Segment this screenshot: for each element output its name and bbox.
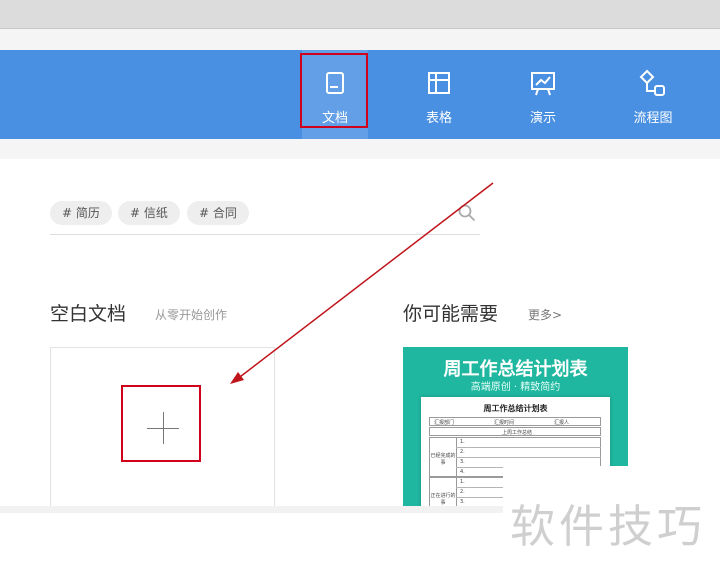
- header-cell: 汇报部门: [434, 420, 455, 426]
- presentation-icon: [531, 72, 555, 96]
- plus-highlight-box: [121, 385, 201, 462]
- row-num: 3.: [460, 499, 465, 505]
- header-cell: 汇报人: [554, 420, 570, 426]
- search-icon[interactable]: [458, 204, 476, 222]
- search-underline: [50, 234, 480, 235]
- nav-item-label: 演示: [529, 111, 556, 126]
- row-num: 1.: [460, 439, 465, 445]
- tag-letter-paper[interactable]: # 信纸: [118, 201, 180, 225]
- nav-item-presentation[interactable]: 演示: [512, 50, 574, 139]
- watermark-text: 软件技巧: [510, 500, 707, 553]
- section-label: 上周工作总结: [502, 430, 533, 436]
- row-num: 2.: [460, 489, 465, 495]
- sheet-section-row: 上周工作总结: [429, 427, 601, 436]
- nav-item-label: 流程图: [633, 111, 673, 126]
- row-num: 1.: [460, 479, 465, 485]
- more-link[interactable]: 更多>: [528, 306, 562, 323]
- sheet-header-row: 汇报部门 汇报时间 汇报人: [429, 417, 601, 426]
- block-label: 已经完成的事: [430, 438, 457, 476]
- nav-item-flowchart[interactable]: 流程图: [620, 50, 686, 139]
- browser-top-bar: [0, 0, 720, 29]
- blank-doc-title: 空白文档: [50, 303, 127, 325]
- tag-resume[interactable]: # 简历: [50, 201, 112, 225]
- row-num: 4.: [460, 469, 465, 475]
- blank-doc-subtitle: 从零开始创作: [155, 308, 228, 322]
- row-num: 3.: [460, 459, 465, 465]
- template-subtitle: 高端原创 · 精致简约: [470, 382, 561, 393]
- document-highlight-box: [300, 53, 368, 128]
- tag-contract[interactable]: # 合同: [187, 201, 249, 225]
- header-cell: 汇报时间: [494, 420, 515, 426]
- suggest-title: 你可能需要: [403, 303, 499, 325]
- nav-item-table[interactable]: 表格: [408, 50, 470, 139]
- flowchart-icon: [639, 69, 665, 96]
- top-spacer: [0, 29, 720, 50]
- nav-spacer: [0, 139, 720, 159]
- row-num: 2.: [460, 449, 465, 455]
- nav-item-label: 表格: [425, 111, 452, 126]
- table-icon: [428, 72, 450, 94]
- sheet-title: 周工作总结计划表: [483, 404, 548, 413]
